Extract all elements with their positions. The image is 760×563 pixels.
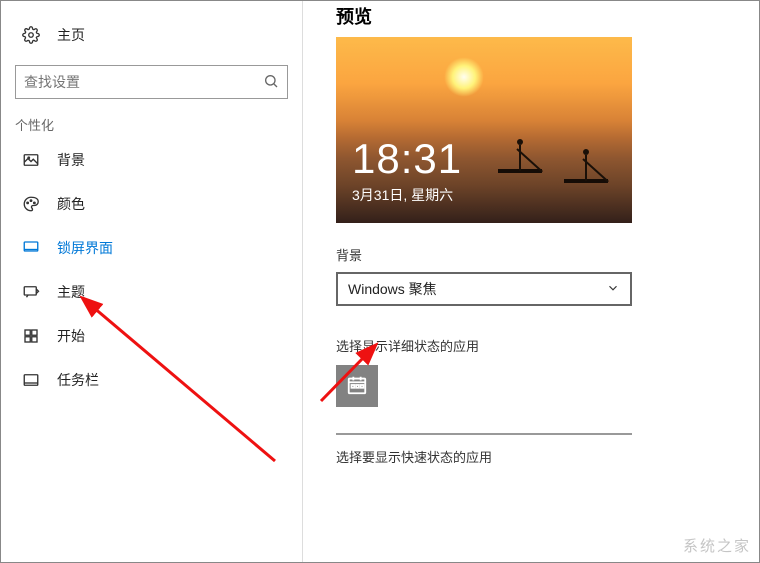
- group-header-personalization: 个性化: [1, 111, 302, 138]
- sun-graphic: [444, 57, 484, 97]
- quick-status-label: 选择要显示快速状态的应用: [336, 447, 760, 466]
- search-icon: [263, 73, 279, 92]
- search-input[interactable]: [24, 74, 263, 90]
- sidebar-item-label: 背景: [57, 150, 85, 170]
- sidebar-item-colors[interactable]: 颜色: [1, 182, 302, 226]
- start-icon: [21, 326, 41, 346]
- monitor-icon: [21, 238, 41, 258]
- background-dropdown[interactable]: Windows 聚焦: [336, 272, 632, 306]
- chevron-down-icon: [606, 281, 620, 298]
- page-title: 预览: [336, 3, 760, 29]
- sidebar-item-lockscreen[interactable]: 锁屏界面: [1, 226, 302, 270]
- sidebar-item-label: 任务栏: [57, 370, 99, 390]
- calendar-icon: [346, 374, 368, 399]
- home-label: 主页: [57, 25, 85, 45]
- taskbar-icon: [21, 370, 41, 390]
- preview-date: 3月31日, 星期六: [352, 185, 453, 205]
- home-button[interactable]: 主页: [1, 13, 302, 57]
- silhouette-2: [564, 149, 608, 183]
- detail-status-label: 选择显示详细状态的应用: [336, 336, 760, 355]
- watermark: 系统之家: [683, 535, 751, 556]
- sidebar: 主页 个性化 背景 颜色: [1, 1, 303, 562]
- search-input-container[interactable]: [15, 65, 288, 99]
- background-section-label: 背景: [336, 245, 760, 264]
- detailed-status-app-button[interactable]: [336, 365, 378, 407]
- gear-icon: [21, 25, 41, 45]
- sidebar-item-background[interactable]: 背景: [1, 138, 302, 182]
- sidebar-item-themes[interactable]: 主题: [1, 270, 302, 314]
- dropdown-value: Windows 聚焦: [348, 279, 437, 299]
- sidebar-item-start[interactable]: 开始: [1, 314, 302, 358]
- sidebar-item-taskbar[interactable]: 任务栏: [1, 358, 302, 402]
- sidebar-item-label: 颜色: [57, 194, 85, 214]
- palette-icon: [21, 194, 41, 214]
- brush-icon: [21, 282, 41, 302]
- silhouette-1: [498, 139, 542, 173]
- picture-icon: [21, 150, 41, 170]
- sidebar-item-label: 开始: [57, 326, 85, 346]
- main-content: 预览 18:31 3月31日, 星期六 背景 Windows 聚焦 选择显示详细…: [336, 1, 760, 562]
- sidebar-item-label: 主题: [57, 282, 85, 302]
- preview-time: 18:31: [352, 135, 462, 183]
- section-divider: [336, 433, 632, 435]
- sidebar-item-label: 锁屏界面: [57, 238, 113, 258]
- lockscreen-preview: 18:31 3月31日, 星期六: [336, 37, 632, 223]
